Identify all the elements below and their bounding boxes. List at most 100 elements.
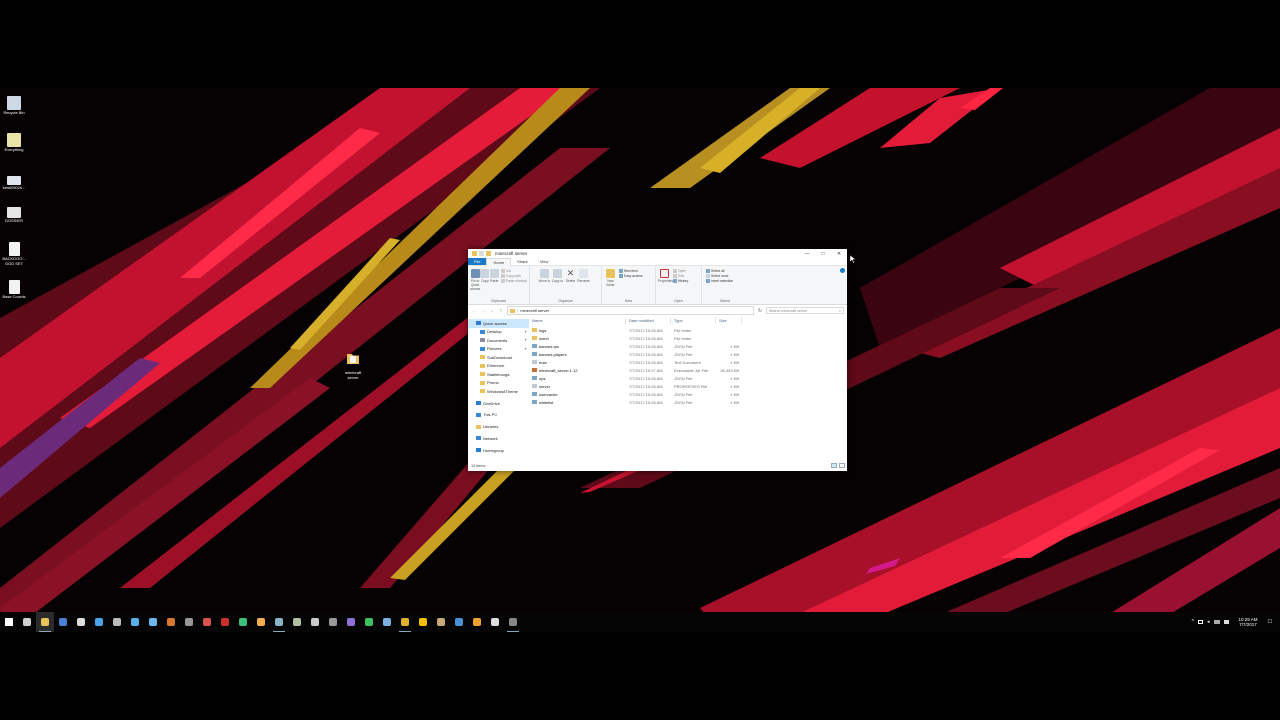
taskbar-button[interactable] <box>324 612 342 632</box>
desktop-icon-image[interactable]: besti0502s... <box>0 176 28 190</box>
invert-selection-button[interactable]: Invert selection <box>706 279 733 283</box>
select-all-button[interactable]: Select all <box>706 269 733 273</box>
nav-item[interactable]: Desktop ✦ <box>468 328 529 337</box>
select-none-button[interactable]: Select none <box>706 274 733 278</box>
taskbar-button[interactable] <box>54 612 72 632</box>
desktop-icon-everything[interactable]: Everything <box>0 133 28 152</box>
file-row[interactable]: whitelist 7/7/2017 10:28 AM JSON File 1 KB <box>529 398 847 406</box>
file-row[interactable]: world 7/7/2017 10:28 AM File folder <box>529 334 847 342</box>
pin-icon[interactable]: ✦ <box>524 347 527 351</box>
taskbar-button[interactable] <box>486 612 504 632</box>
file-row[interactable]: server 7/7/2017 10:28 AM PROPERTIES File 1 … <box>529 382 847 390</box>
nav-item[interactable]: Libraries <box>468 422 529 431</box>
history-button[interactable]: History <box>673 279 688 283</box>
network-icon[interactable] <box>1197 620 1203 624</box>
details-view-icon[interactable] <box>831 463 837 468</box>
taskbar-button[interactable] <box>288 612 306 632</box>
back-arrow-icon[interactable]: ← <box>471 308 477 314</box>
nav-item[interactable]: Pictures ✦ <box>468 345 529 354</box>
taskbar-button[interactable] <box>450 612 468 632</box>
taskbar-button[interactable] <box>306 612 324 632</box>
taskbar-button[interactable] <box>0 612 18 632</box>
new-folder-icon[interactable] <box>486 251 491 256</box>
nav-item[interactable]: Stablebooga <box>468 370 529 379</box>
taskbar-button[interactable] <box>360 612 378 632</box>
address-input[interactable]: › minecraft server <box>507 306 754 315</box>
tray-chevron-icon[interactable]: ^ <box>1192 619 1194 625</box>
minimize-button[interactable]: — <box>799 249 815 258</box>
column-header-name[interactable]: Name <box>529 317 626 324</box>
copy-path-button[interactable]: Copy path <box>500 274 527 278</box>
taskbar-button[interactable] <box>126 612 144 632</box>
volume-icon[interactable]: ◂ <box>1207 619 1210 625</box>
nav-item[interactable]: SubDownload <box>468 353 529 362</box>
forward-arrow-icon[interactable]: → <box>480 308 486 314</box>
title-bar[interactable]: minecraft server — □ ✕ <box>468 249 847 258</box>
open-button[interactable]: Open <box>673 269 688 273</box>
taskbar-button[interactable] <box>342 612 360 632</box>
desktop-icon-minecraft-server[interactable]: minecraft server <box>339 352 367 380</box>
keyboard-icon[interactable] <box>1213 620 1220 624</box>
tab-file[interactable]: File <box>468 258 487 265</box>
taskbar-button[interactable] <box>468 612 486 632</box>
paste-shortcut-button[interactable]: Paste shortcut <box>500 279 527 283</box>
action-center-icon[interactable]: ☐ <box>1268 619 1272 625</box>
taskbar-button[interactable] <box>72 612 90 632</box>
wifi-icon[interactable] <box>1223 620 1229 624</box>
taskbar-button[interactable] <box>216 612 234 632</box>
properties-icon[interactable] <box>479 251 484 256</box>
taskbar-button[interactable] <box>180 612 198 632</box>
column-header-type[interactable]: Type <box>671 317 716 324</box>
file-row[interactable]: eula 7/7/2017 10:28 AM Text Document 1 KB <box>529 358 847 366</box>
tab-home[interactable]: Home <box>486 257 512 266</box>
maximize-button[interactable]: □ <box>815 249 831 258</box>
up-arrow-icon[interactable]: ↑ <box>498 308 504 314</box>
taskbar-button[interactable] <box>504 612 522 632</box>
nav-item[interactable]: Documents ✦ <box>468 336 529 345</box>
taskbar-button[interactable] <box>252 612 270 632</box>
clock[interactable]: 10:29 AM 7/7/2017 <box>1239 617 1258 628</box>
help-icon[interactable] <box>840 268 845 273</box>
tab-view[interactable]: View <box>534 258 555 265</box>
taskbar-button[interactable] <box>162 612 180 632</box>
taskbar-button[interactable] <box>378 612 396 632</box>
pin-icon[interactable]: ✦ <box>524 330 527 334</box>
file-row[interactable]: banned-players 7/7/2017 10:28 AM JSON File… <box>529 350 847 358</box>
easy-access-button[interactable]: Easy access <box>619 274 643 278</box>
recent-chevron-icon[interactable]: ⌄ <box>489 308 495 314</box>
nav-item[interactable]: OneDrive <box>468 399 529 408</box>
desktop-icon-recycle-bin[interactable]: Recycle Bin <box>0 96 28 115</box>
taskbar-button[interactable] <box>414 612 432 632</box>
pin-icon[interactable]: ✦ <box>524 338 527 342</box>
column-header-size[interactable]: Size <box>716 317 742 324</box>
taskbar-button[interactable] <box>234 612 252 632</box>
nav-item[interactable]: Quick access <box>468 319 529 328</box>
edit-button[interactable]: Edit <box>673 274 688 278</box>
desktop-icon-base-coords[interactable]: Base Coords <box>0 280 28 299</box>
large-icons-view-icon[interactable] <box>839 463 845 468</box>
close-button[interactable]: ✕ <box>831 249 847 258</box>
file-row[interactable]: minecraft_server.1.12 7/7/2017 10:27 AM Ex… <box>529 366 847 374</box>
taskbar-button[interactable] <box>198 612 216 632</box>
taskbar-button[interactable] <box>36 612 54 632</box>
file-explorer-window[interactable]: minecraft server — □ ✕ File Home Share V… <box>468 249 847 471</box>
nav-item[interactable]: This PC <box>468 411 529 420</box>
desktop-icon-dossier[interactable]: DOSSIER <box>0 207 28 223</box>
taskbar-button[interactable] <box>144 612 162 632</box>
taskbar-button[interactable] <box>396 612 414 632</box>
desktop-icon-backdoor[interactable]: BACKDOO... GOD SET <box>0 242 28 266</box>
taskbar-button[interactable] <box>270 612 288 632</box>
tab-share[interactable]: Share <box>511 258 534 265</box>
file-row[interactable]: ops 7/7/2017 10:28 AM JSON File 1 KB <box>529 374 847 382</box>
cut-button[interactable]: Cut <box>500 269 527 273</box>
nav-item[interactable]: Promo <box>468 379 529 388</box>
taskbar-button[interactable] <box>108 612 126 632</box>
nav-item[interactable]: Homegroup <box>468 446 529 455</box>
file-row[interactable]: logs 7/7/2017 10:28 AM File folder <box>529 326 847 334</box>
file-row[interactable]: usercache 7/7/2017 10:28 AM JSON File 1 KB <box>529 390 847 398</box>
nav-item[interactable]: Windows8Theme <box>468 387 529 396</box>
refresh-icon[interactable]: ↻ <box>757 308 763 314</box>
nav-item[interactable]: Ethereum <box>468 362 529 371</box>
nav-item[interactable]: Network <box>468 434 529 443</box>
taskbar-button[interactable] <box>432 612 450 632</box>
